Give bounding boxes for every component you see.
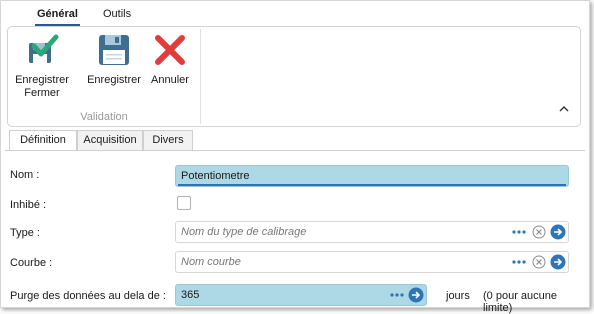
name-label: Nom : <box>10 169 40 181</box>
curve-label: Courbe : <box>10 257 53 269</box>
clear-icon[interactable] <box>532 255 546 269</box>
floppy-disk-icon <box>99 35 129 65</box>
name-field[interactable]: Potentiometre <box>175 165 569 187</box>
form-window: Général Outils Enregistrer Fermer Enregi… <box>0 0 590 314</box>
purge-hint: (0 pour aucune limite) <box>483 290 557 314</box>
chevron-up-icon[interactable] <box>558 103 570 115</box>
red-x-icon <box>155 35 185 65</box>
ribbon-tab-general[interactable]: Général <box>35 6 80 26</box>
arrow-right-icon[interactable] <box>550 254 566 270</box>
save-button[interactable]: Enregistrer <box>84 29 144 109</box>
group-divider <box>200 29 201 124</box>
ribbon-panel: Enregistrer Fermer Enregistrer Annuler Va… <box>7 26 581 127</box>
cancel-button[interactable]: Annuler <box>148 29 192 109</box>
name-value: Potentiometre <box>181 170 250 182</box>
purge-field[interactable]: 365 <box>175 284 427 306</box>
tab-divider <box>5 150 585 151</box>
cancel-label: Annuler <box>151 74 189 86</box>
type-placeholder: Nom du type de calibrage <box>181 226 307 238</box>
save-close-label: Enregistrer Fermer <box>15 74 69 99</box>
inhibit-label: Inhibé : <box>10 199 47 211</box>
ellipsis-icon[interactable] <box>512 259 526 265</box>
save-close-button[interactable]: Enregistrer Fermer <box>12 29 72 109</box>
arrow-right-icon[interactable] <box>408 287 424 303</box>
curve-placeholder: Nom courbe <box>181 256 241 268</box>
purge-value: 365 <box>181 289 200 301</box>
clear-icon[interactable] <box>532 225 546 239</box>
type-label: Type : <box>10 227 40 239</box>
purge-unit: jours <box>446 290 470 302</box>
tab-divers[interactable]: Divers <box>143 130 193 150</box>
purge-label: Purge des données au dela de : <box>10 290 166 302</box>
save-label: Enregistrer <box>87 74 141 86</box>
curve-field[interactable]: Nom courbe <box>175 251 569 273</box>
tab-definition[interactable]: Définition <box>9 130 77 151</box>
inhibit-checkbox[interactable] <box>177 196 191 210</box>
type-field[interactable]: Nom du type de calibrage <box>175 221 569 243</box>
validation-group-label: Validation <box>80 111 128 123</box>
save-close-icon <box>29 34 59 63</box>
ellipsis-icon[interactable] <box>390 292 404 298</box>
arrow-right-icon[interactable] <box>550 224 566 240</box>
ellipsis-icon[interactable] <box>512 229 526 235</box>
ribbon-tab-outils[interactable]: Outils <box>103 6 131 22</box>
tab-acquisition[interactable]: Acquisition <box>77 130 143 150</box>
